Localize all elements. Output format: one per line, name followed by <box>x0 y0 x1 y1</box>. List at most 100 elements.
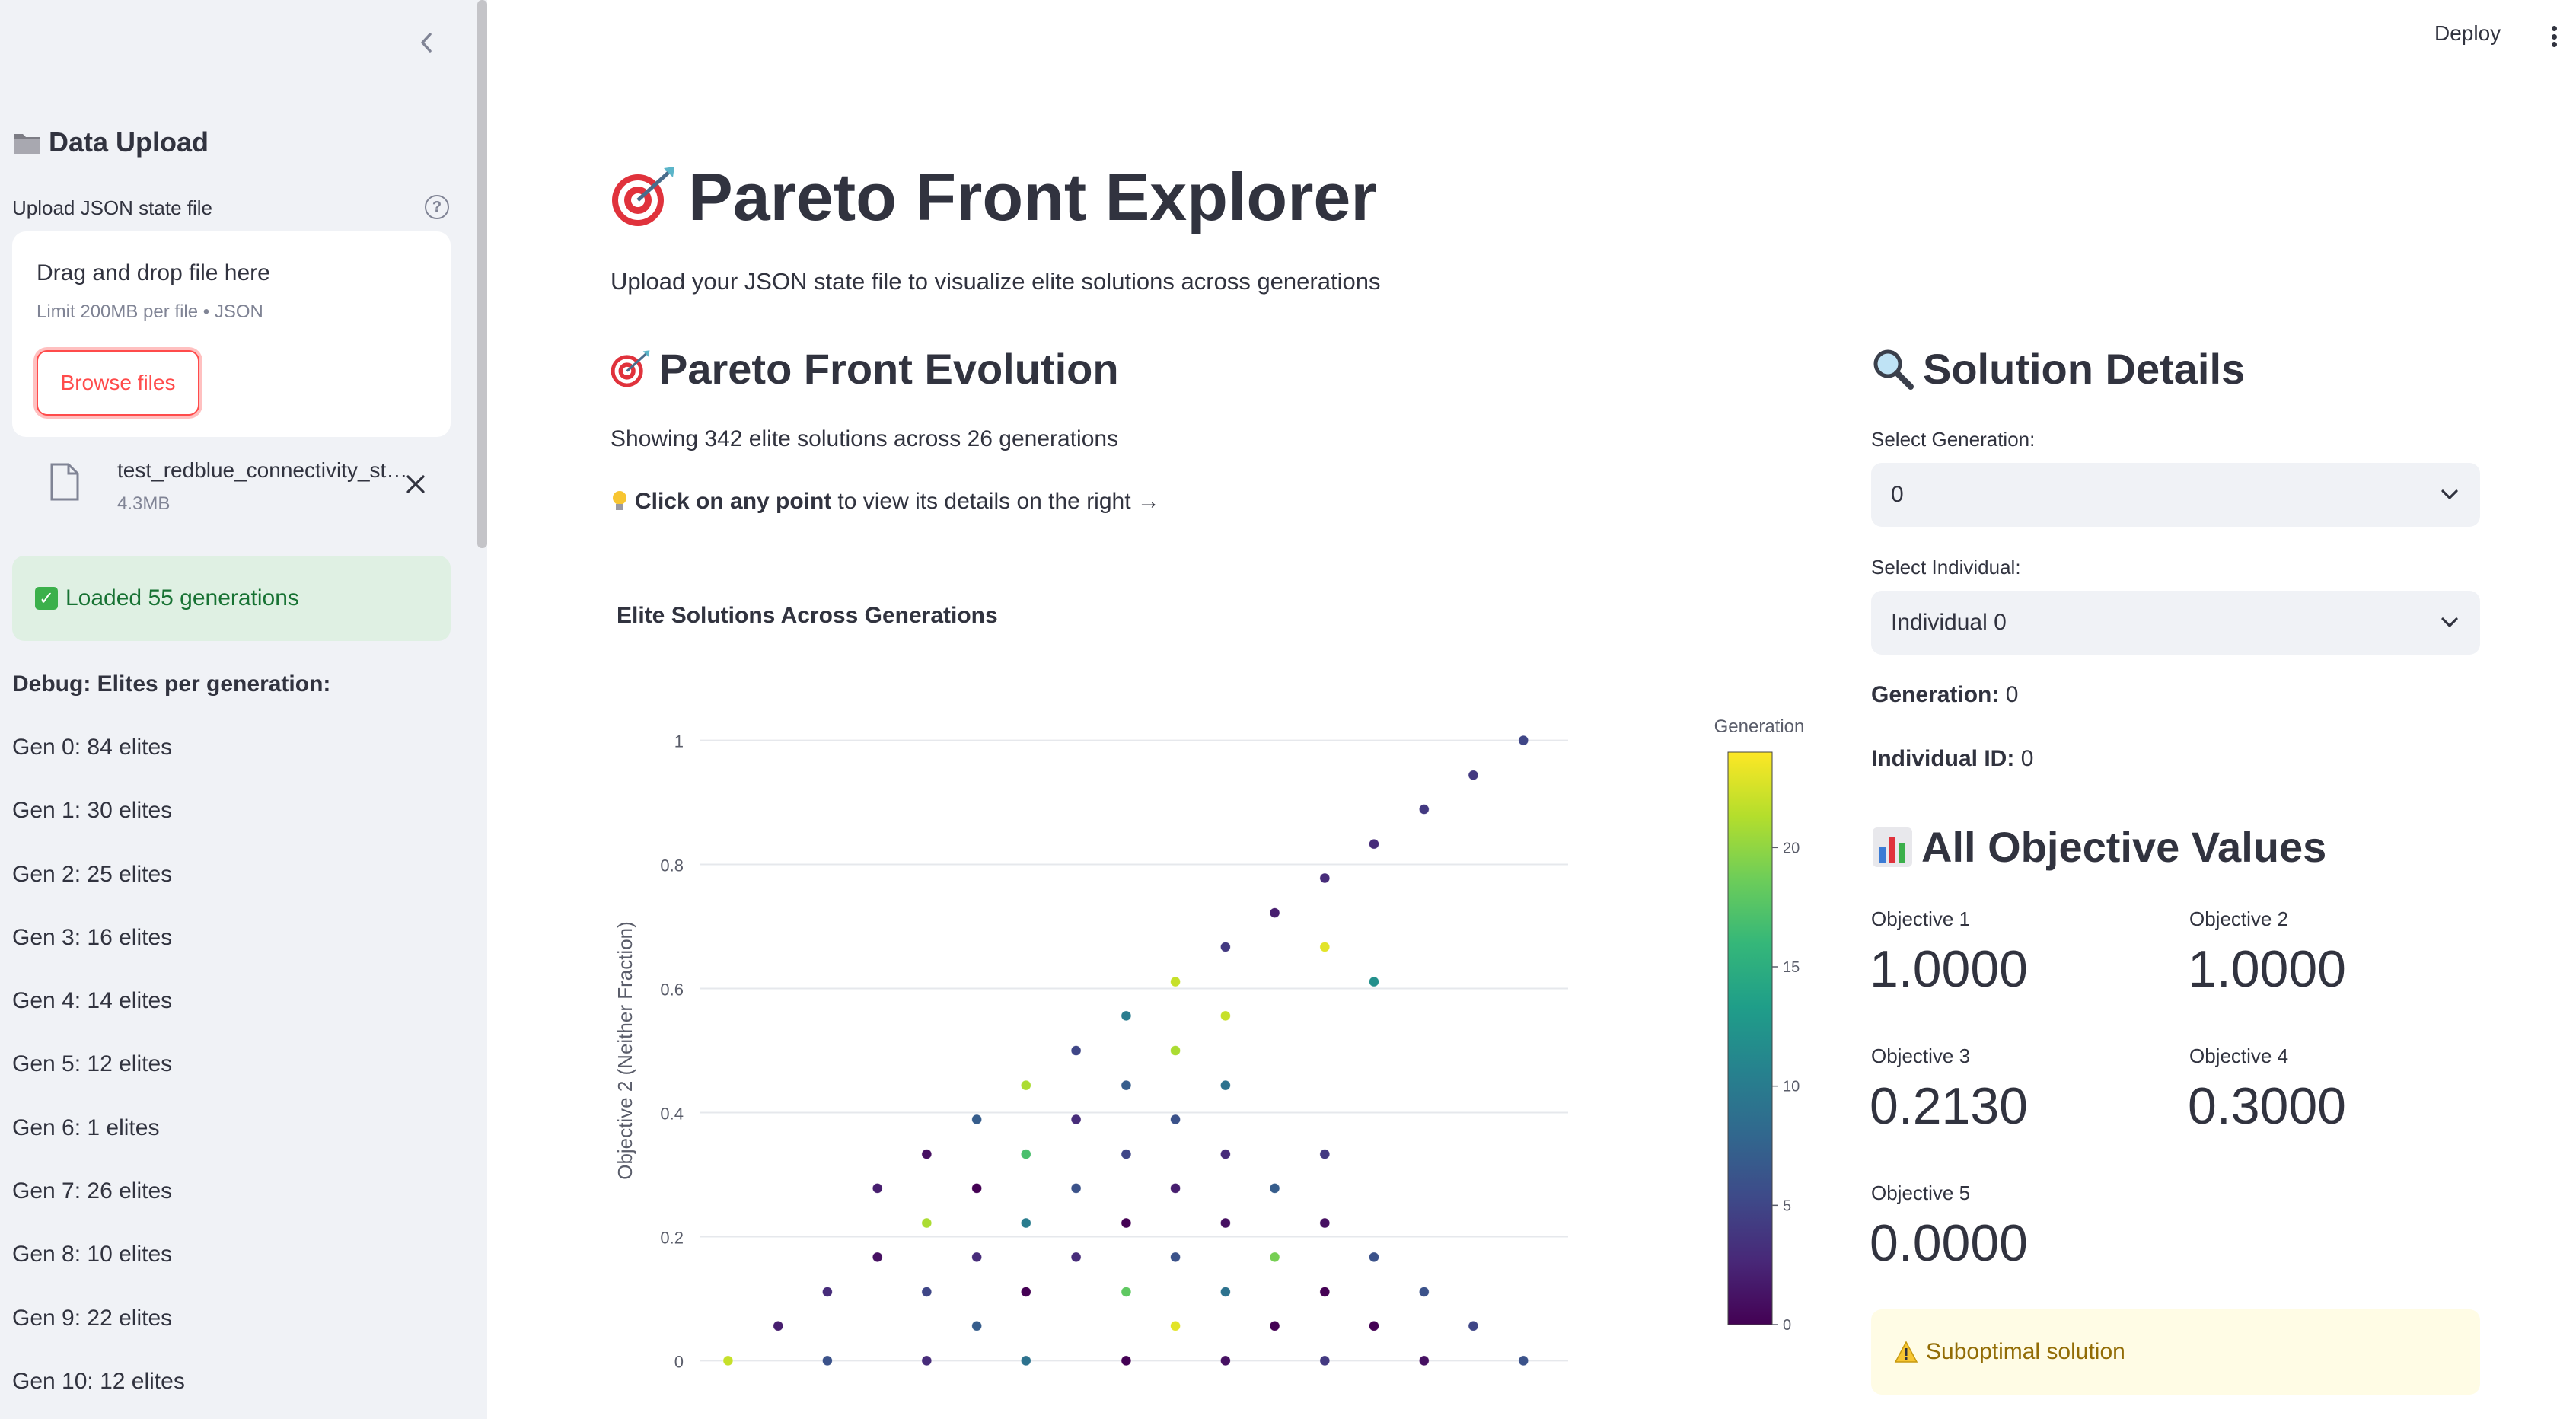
hint-bold-text: Click on any point <box>635 489 832 514</box>
data-point <box>1219 1079 1231 1091</box>
y-tick-label: 0.8 <box>660 856 684 875</box>
list-item: Gen 5: 12 elites <box>12 1051 173 1077</box>
hint-text: to view its details on the right → <box>837 489 1160 514</box>
data-point <box>1418 804 1430 815</box>
dropzone-limit: Limit 200MB per file • JSON <box>37 301 263 322</box>
individual-select[interactable]: Individual 0 <box>1871 591 2480 655</box>
deploy-button[interactable]: Deploy <box>2434 21 2501 46</box>
data-point <box>821 1287 833 1297</box>
collapse-sidebar-button[interactable] <box>411 27 442 58</box>
list-item: Gen 1: 30 elites <box>12 798 173 824</box>
list-item: Gen 9: 22 elites <box>12 1305 173 1331</box>
objectives-title-text: All Objective Values <box>1921 823 2327 871</box>
sidebar-scrollbar[interactable] <box>477 0 487 548</box>
individual-info-value: 0 <box>2020 746 2034 771</box>
data-point <box>1369 838 1379 850</box>
metric-value: 1.0000 <box>2188 940 2346 998</box>
individual-info-label: Individual ID: <box>1871 746 2015 771</box>
list-item: Gen 4: 14 elites <box>12 988 173 1014</box>
colorbar-title: Generation <box>1714 716 1805 737</box>
data-point <box>821 1355 833 1366</box>
colorbar-tick-label: 15 <box>1783 959 1800 976</box>
data-point <box>921 1287 933 1297</box>
section-title: Pareto Front Evolution <box>609 344 1119 394</box>
data-point <box>1319 1355 1331 1366</box>
more-vertical-icon <box>2551 26 2557 31</box>
x-tick-label: 0.2 <box>796 1413 820 1416</box>
data-point <box>1121 1149 1132 1159</box>
data-point <box>1369 976 1379 987</box>
data-point <box>1020 1355 1031 1366</box>
generation-select-label: Select Generation: <box>1871 428 2036 451</box>
chevron-down-icon <box>2441 489 2458 499</box>
data-point <box>1020 1217 1031 1229</box>
list-item: Gen 0: 84 elites <box>12 735 173 760</box>
help-icon[interactable]: ? <box>425 195 449 219</box>
metric-value: 0.2130 <box>1870 1077 2028 1135</box>
remove-file-button[interactable] <box>400 469 431 499</box>
pareto-scatter-chart[interactable]: 00.20.40.60.810.20.40.60.81Objective 1 (… <box>601 685 1850 1416</box>
data-point <box>1269 1320 1280 1331</box>
page-title-text: Pareto Front Explorer <box>688 159 1377 234</box>
generation-info-label: Generation: <box>1871 682 2000 707</box>
data-point <box>872 1252 883 1263</box>
data-point <box>1170 976 1181 987</box>
warning-text: Suboptimal solution <box>1926 1339 2125 1364</box>
data-point <box>1219 1217 1231 1229</box>
data-point <box>872 1182 883 1194</box>
upload-label: Upload JSON state file <box>12 196 213 219</box>
data-point <box>1121 1217 1132 1229</box>
metric-label: Objective 5 <box>1871 1181 1971 1204</box>
dropzone-title: Drag and drop file here <box>37 260 270 285</box>
data-point <box>1121 1287 1132 1297</box>
sidebar-header: Data Upload <box>12 126 209 158</box>
data-point <box>1170 1114 1181 1125</box>
objectives-title: All Objective Values <box>1871 822 2326 872</box>
metric-value: 0.3000 <box>2188 1077 2346 1135</box>
uploaded-file: test_redblue_connectivity_state.json 4.3… <box>12 449 451 525</box>
list-item: Gen 6: 1 elites <box>12 1114 160 1140</box>
data-point <box>1170 1252 1181 1263</box>
generation-select[interactable]: 0 <box>1871 463 2480 527</box>
data-point <box>1121 1079 1132 1091</box>
metric-value: 0.0000 <box>1870 1214 2028 1272</box>
colorbar-tick-label: 0 <box>1783 1317 1791 1334</box>
warning-icon <box>1894 1341 1918 1363</box>
data-point <box>773 1320 784 1331</box>
section-title-text: Pareto Front Evolution <box>659 345 1119 393</box>
data-point <box>1121 1355 1132 1366</box>
folder-icon <box>14 134 40 154</box>
solutions-summary: Showing 342 elite solutions across 26 ge… <box>611 426 1119 451</box>
chart-title: Elite Solutions Across Generations <box>617 603 998 628</box>
sidebar: Data Upload Upload JSON state file ? Dra… <box>0 0 487 1419</box>
data-point <box>1219 1355 1231 1366</box>
page-title: Pareto Front Explorer <box>609 158 1377 236</box>
colorbar-tick-label: 20 <box>1783 840 1800 856</box>
chevron-left-icon <box>421 33 432 53</box>
list-item: Gen 7: 26 elites <box>12 1178 173 1204</box>
data-point <box>1319 1287 1331 1297</box>
colorbar <box>1727 751 1773 1325</box>
close-icon <box>406 475 425 493</box>
success-alert: ✓ Loaded 55 generations <box>12 556 451 641</box>
data-point <box>1070 1252 1082 1263</box>
data-point <box>921 1149 933 1159</box>
metric-label: Objective 4 <box>2189 1044 2289 1067</box>
success-text: Loaded 55 generations <box>65 585 299 611</box>
file-name: test_redblue_connectivity_state.json <box>117 458 414 482</box>
metric-label: Objective 1 <box>1871 907 1971 930</box>
data-point <box>1121 1010 1132 1022</box>
lightbulb-icon <box>613 491 626 510</box>
file-dropzone[interactable]: Drag and drop file here Limit 200MB per … <box>12 231 451 437</box>
browse-files-button[interactable]: Browse files <box>37 350 199 416</box>
data-point <box>1468 770 1479 781</box>
magnifier-icon <box>1873 349 1914 390</box>
data-point <box>1319 942 1331 952</box>
file-size: 4.3MB <box>117 493 171 514</box>
data-point <box>1319 1149 1331 1159</box>
data-point <box>1020 1287 1031 1297</box>
data-point <box>1219 1149 1231 1159</box>
colorbar-tick-label: 10 <box>1783 1079 1800 1095</box>
file-icon <box>50 463 79 501</box>
main-menu-button[interactable] <box>2543 21 2565 52</box>
